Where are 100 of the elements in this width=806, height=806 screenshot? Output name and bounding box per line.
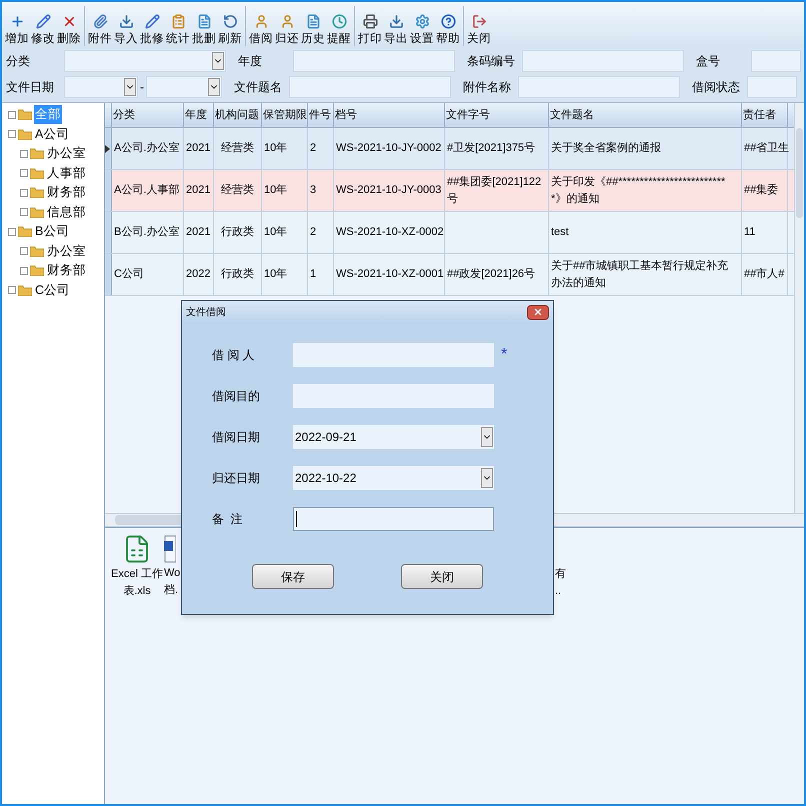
filter-label: 盒号 (695, 53, 721, 70)
file-name[interactable]: 有 .. (555, 566, 566, 600)
expand-icon[interactable] (8, 286, 16, 294)
filter-label: 年度 (237, 53, 263, 70)
vertical-scrollbar[interactable] (794, 103, 804, 513)
input-field[interactable] (293, 507, 494, 531)
table-cell-text: WS-2021-10-XZ-0002 (336, 225, 444, 240)
folder-icon (18, 226, 32, 238)
paperclip-icon (92, 14, 108, 29)
tree-item[interactable]: 财务部 (46, 261, 87, 280)
column-header[interactable]: 保管期限 (262, 103, 308, 127)
expand-icon[interactable] (20, 188, 28, 197)
expand-icon[interactable] (20, 169, 28, 178)
column-header[interactable]: 责任者 (742, 103, 788, 127)
file-name[interactable]: Excel 工作 表.xls (111, 566, 163, 600)
tree-item[interactable]: 信息部 (46, 202, 87, 222)
expand-icon[interactable] (20, 208, 28, 216)
person-icon (254, 14, 268, 29)
dialog-button[interactable]: 保存 (252, 564, 334, 589)
expand-icon[interactable] (20, 247, 28, 256)
pencil-icon (36, 14, 50, 29)
combo-box[interactable] (64, 50, 226, 72)
document-icon (164, 535, 176, 563)
toolbar-button[interactable]: 打印 (357, 14, 383, 46)
tree-item[interactable]: C公司 (34, 280, 72, 300)
table-cell-text: A公司.人事部 (114, 182, 180, 198)
toolbar-button[interactable]: 批删 (191, 14, 217, 46)
table-cell-text: 2 (310, 141, 316, 156)
text-field[interactable] (293, 50, 455, 72)
table-cell-text: 经营类 (221, 141, 254, 156)
dropdown-icon (481, 468, 493, 488)
toolbar-button[interactable]: 历史 (300, 14, 326, 46)
folder-icon (30, 246, 44, 257)
toolbar-button[interactable]: 关闭 (466, 14, 492, 46)
table-cell-text: ##省卫生 (744, 141, 790, 156)
toolbar-button[interactable]: 设置 (409, 14, 435, 46)
column-header[interactable]: 档号 (334, 103, 445, 127)
text-field[interactable] (518, 76, 680, 98)
toolbar-button[interactable]: 借阅 (248, 14, 274, 46)
date-field[interactable] (146, 76, 222, 98)
column-header[interactable]: 机构问题 (214, 103, 262, 127)
table-cell-text: 11 (744, 225, 756, 240)
table-cell-text: 关于印发《##**************************》的通知 (551, 174, 726, 206)
toolbar-button[interactable]: 帮助 (435, 14, 461, 46)
tree-item[interactable]: A公司 (34, 124, 70, 144)
dialog-button[interactable]: 关闭 (401, 564, 483, 589)
expand-icon[interactable] (20, 150, 28, 158)
folder-icon (18, 109, 32, 120)
table-cell-text: ##市人# (744, 266, 784, 282)
toolbar-button[interactable]: 导出 (383, 14, 409, 46)
expand-icon[interactable] (8, 110, 16, 119)
table-cell-text: 10年 (264, 141, 288, 156)
table-cell-text: 2 (310, 225, 316, 240)
toolbar-button[interactable]: 统计 (165, 14, 191, 46)
toolbar-button[interactable]: 提醒 (326, 14, 352, 46)
tree-item[interactable]: 人事部 (46, 164, 87, 183)
table-row[interactable]: B公司.办公室 2021 行政类 10年 2 WS-2021-10-XZ-0002 test 11 (105, 212, 794, 254)
tree-item[interactable]: 办公室 (46, 144, 87, 164)
expand-icon[interactable] (20, 266, 28, 275)
column-header[interactable]: 文件题名 (549, 103, 742, 127)
tree-item[interactable]: 办公室 (46, 242, 87, 261)
filter-label: 附件名称 (462, 79, 512, 96)
row-header[interactable] (105, 128, 112, 169)
date-field[interactable] (64, 76, 138, 98)
input-field[interactable] (293, 384, 494, 408)
expand-icon[interactable] (8, 228, 16, 236)
toolbar-button[interactable]: 附件 (87, 14, 113, 46)
clock-icon (332, 14, 346, 29)
file-name[interactable]: Wo 档. (164, 565, 180, 599)
table-row[interactable]: C公司 2022 行政类 10年 1 WS-2021-10-XZ-0001 ##政发[2021]26号 关于##市城镇职工基本暂行规定补充办法的通知 ##市人# (105, 254, 794, 296)
date-field[interactable]: 2022-09-21 (293, 425, 494, 449)
table-cell-text: C公司 (114, 267, 144, 282)
column-header[interactable]: 分类 (112, 103, 184, 127)
expand-icon[interactable] (8, 130, 16, 138)
plus-icon (10, 14, 24, 29)
tree-item[interactable]: 财务部 (46, 183, 87, 202)
table-cell-text: WS-2021-10-JY-0002 (336, 141, 442, 156)
input-field[interactable] (293, 343, 494, 367)
close-button[interactable] (527, 304, 549, 320)
toolbar-button[interactable]: 删除 (56, 14, 82, 46)
table-row[interactable]: A公司.办公室 2021 经营类 10年 2 WS-2021-10-JY-0002 #卫发[2021]375号 关于奖全省案例的通报 ##省卫生 (105, 128, 794, 170)
tree-item[interactable]: B公司 (34, 222, 70, 242)
toolbar-button[interactable]: 修改 (30, 14, 56, 46)
table-cell-text: 经营类 (221, 183, 254, 198)
text-field[interactable] (289, 76, 451, 98)
column-header[interactable]: 件号 (308, 103, 334, 127)
toolbar-button[interactable]: 批修 (139, 14, 165, 46)
table-cell-text: 10年 (264, 267, 288, 282)
toolbar-button[interactable]: 刷新 (217, 14, 243, 46)
toolbar-button[interactable]: 导入 (113, 14, 139, 46)
text-field[interactable] (522, 50, 684, 72)
date-field[interactable]: 2022-10-22 (293, 466, 494, 490)
toolbar-button[interactable]: 增加 (4, 14, 30, 46)
column-header[interactable]: 年度 (184, 103, 214, 127)
document-icon (196, 14, 212, 29)
column-header[interactable]: 文件字号 (445, 103, 549, 127)
toolbar-button[interactable]: 归还 (274, 14, 300, 46)
table-cell-text: 10年 (264, 183, 288, 198)
text-field[interactable] (751, 50, 801, 72)
text-field[interactable] (747, 76, 797, 98)
